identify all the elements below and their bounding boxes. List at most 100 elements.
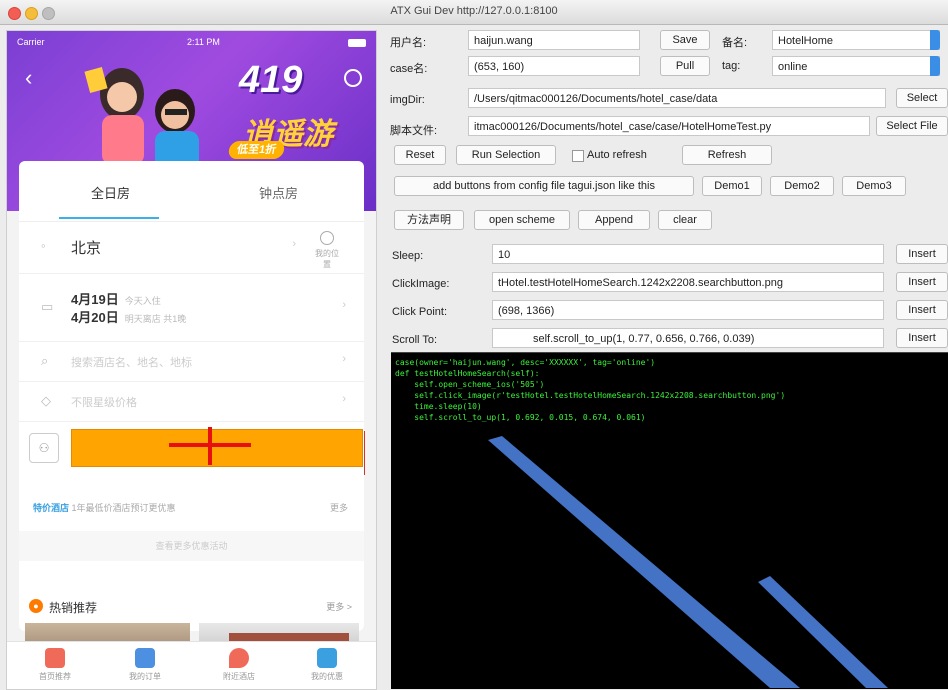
window-titlebar: ATX Gui Dev http://127.0.0.1:8100	[0, 0, 948, 25]
insert-click-point-button[interactable]: Insert	[896, 300, 948, 320]
case-label: case名:	[390, 63, 428, 75]
coupon-icon	[317, 648, 337, 668]
tabbar-label: 首页推荐	[39, 672, 71, 681]
control-panel: 用户名: haijun.wang Save 备名: HotelHome case…	[386, 28, 948, 350]
tabbar-item-nearby[interactable]: 附近酒店	[209, 646, 269, 682]
scroll-to-label: Scroll To:	[392, 334, 438, 346]
alias-label: 备名:	[722, 37, 748, 49]
bottom-tabbar: 首页推荐 我的订单 附近酒店 我的优惠	[7, 641, 376, 689]
tab-full-day[interactable]: 全日房	[91, 183, 130, 202]
code-editor[interactable]: case(owner='haijun.wang', desc='XXXXXX',…	[391, 352, 948, 689]
keyword-placeholder: 搜索酒店名、地名、地标	[71, 357, 192, 369]
checkout-date-value: 4月20日	[71, 310, 119, 325]
insert-scroll-button[interactable]: Insert	[896, 328, 948, 348]
username-input[interactable]: haijun.wang	[468, 30, 640, 50]
tab-hourly[interactable]: 钟点房	[259, 183, 298, 202]
checkin-date-value: 4月19日	[71, 292, 119, 307]
checkout-date: 4月20日 明天离店 共1晚	[71, 307, 186, 326]
click-point-label: Click Point:	[392, 306, 448, 318]
status-carrier: Carrier	[17, 37, 45, 47]
banner-people-illustration	[84, 67, 199, 175]
imgdir-input[interactable]: /Users/qitmac000126/Documents/hotel_case…	[468, 88, 886, 108]
search-action-row: ⚇	[29, 429, 363, 469]
promo-line[interactable]: 特价酒店 1年最低价酒店预订更优惠	[33, 501, 176, 514]
tag-select[interactable]: online	[772, 56, 940, 76]
order-icon	[135, 648, 155, 668]
promo-text: 1年最低价酒店预订更优惠	[71, 503, 176, 513]
tabbar-label: 附近酒店	[223, 672, 255, 681]
promo-more-link[interactable]: 更多	[330, 501, 348, 514]
select-dir-button[interactable]: Select	[896, 88, 948, 108]
back-icon[interactable]: ‹	[25, 65, 32, 91]
cursor-line	[364, 431, 365, 475]
insert-click-image-button[interactable]: Insert	[896, 272, 948, 292]
hot-icon: ●	[29, 599, 43, 613]
tabbar-label: 我的优惠	[311, 672, 343, 681]
tabbar-label: 我的订单	[129, 672, 161, 681]
click-image-input[interactable]: tHotel.testHotelHomeSearch.1242x2208.sea…	[492, 272, 884, 292]
stay-type-tabs: 全日房 钟点房	[19, 161, 364, 222]
person-icon[interactable]: ⚇	[29, 433, 59, 463]
clear-button[interactable]: clear	[658, 210, 712, 230]
open-scheme-button[interactable]: open scheme	[474, 210, 570, 230]
demo2-button[interactable]: Demo2	[770, 176, 834, 196]
chevron-right-icon: ›	[342, 299, 346, 311]
append-button[interactable]: Append	[578, 210, 650, 230]
auto-refresh-label: Auto refresh	[587, 149, 647, 161]
run-selection-button[interactable]: Run Selection	[456, 145, 556, 165]
pin-icon: ◦	[41, 238, 46, 253]
sleep-label: Sleep:	[392, 250, 424, 262]
keyword-row[interactable]: ⌕ 搜索酒店名、地名、地标 ›	[19, 341, 364, 382]
chevron-right-icon: ›	[342, 353, 346, 365]
chevron-right-icon: ›	[342, 393, 346, 405]
search-button[interactable]	[71, 429, 363, 467]
chevron-right-icon: ›	[292, 238, 296, 250]
sleep-input[interactable]: 10	[492, 244, 884, 264]
price-row[interactable]: ◇ 不限星级价格 ›	[19, 381, 364, 422]
device-screen[interactable]: Carrier 2:11 PM ‹ 419 逍遥游 低至1折 全日房 钟点房 ◦	[6, 30, 377, 690]
hot-more-link[interactable]: 更多 >	[326, 600, 352, 613]
hotel-search-card: 全日房 钟点房 ◦ 北京 › 我的位置 ▭ 4月19日 今天入住 4月20日 明天离…	[19, 161, 365, 631]
hot-title: 热销推荐	[49, 601, 98, 615]
add-buttons-button[interactable]: add buttons from config file tagui.json …	[394, 176, 694, 196]
price-placeholder: 不限星级价格	[71, 397, 137, 409]
refresh-button[interactable]: Refresh	[682, 145, 772, 165]
tag-value: online	[778, 61, 808, 73]
pull-button[interactable]: Pull	[660, 56, 710, 76]
method-declare-button[interactable]: 方法声明	[394, 210, 464, 230]
imgdir-label: imgDir:	[390, 94, 425, 106]
demo3-button[interactable]: Demo3	[842, 176, 906, 196]
my-location-button[interactable]: 我的位置	[314, 231, 340, 269]
case-input[interactable]: (653, 160)	[468, 56, 640, 76]
search-icon: ⌕	[41, 353, 49, 368]
date-row[interactable]: ▭ 4月19日 今天入住 4月20日 明天离店 共1晚 ›	[19, 273, 364, 342]
generated-code[interactable]: case(owner='haijun.wang', desc='XXXXXX',…	[391, 353, 948, 423]
chevron-down-icon	[930, 30, 940, 50]
alias-select[interactable]: HotelHome	[772, 30, 940, 50]
window-title: ATX Gui Dev http://127.0.0.1:8100	[390, 5, 558, 17]
info-icon[interactable]	[344, 69, 362, 87]
demo1-button[interactable]: Demo1	[702, 176, 762, 196]
home-icon	[45, 648, 65, 668]
script-file-label: 脚本文件:	[390, 125, 438, 137]
my-location-label: 我的位置	[315, 249, 339, 269]
click-image-label: ClickImage:	[392, 278, 450, 290]
scroll-to-input[interactable]: self.scroll_to_up(1, 0.77, 0.656, 0.766,…	[492, 328, 884, 348]
click-crosshair-vertical	[208, 427, 212, 465]
reset-button[interactable]: Reset	[394, 145, 446, 165]
click-point-input[interactable]: (698, 1366)	[492, 300, 884, 320]
save-button[interactable]: Save	[660, 30, 710, 50]
tabbar-item-coupons[interactable]: 我的优惠	[297, 646, 357, 682]
insert-sleep-button[interactable]: Insert	[896, 244, 948, 264]
auto-refresh-checkbox[interactable]	[572, 150, 584, 162]
tabbar-item-home[interactable]: 首页推荐	[25, 646, 85, 682]
select-file-button[interactable]: Select File	[876, 116, 948, 136]
city-row[interactable]: ◦ 北京 › 我的位置	[19, 221, 364, 274]
alias-value: HotelHome	[778, 35, 834, 47]
tabbar-item-orders[interactable]: 我的订单	[115, 646, 175, 682]
promo-tag: 特价酒店	[33, 503, 70, 513]
status-time: 2:11 PM	[187, 37, 220, 47]
more-offers-row[interactable]: 查看更多优惠活动	[19, 531, 364, 561]
location-icon	[229, 648, 249, 668]
script-file-input[interactable]: itmac000126/Documents/hotel_case/case/Ho…	[468, 116, 870, 136]
